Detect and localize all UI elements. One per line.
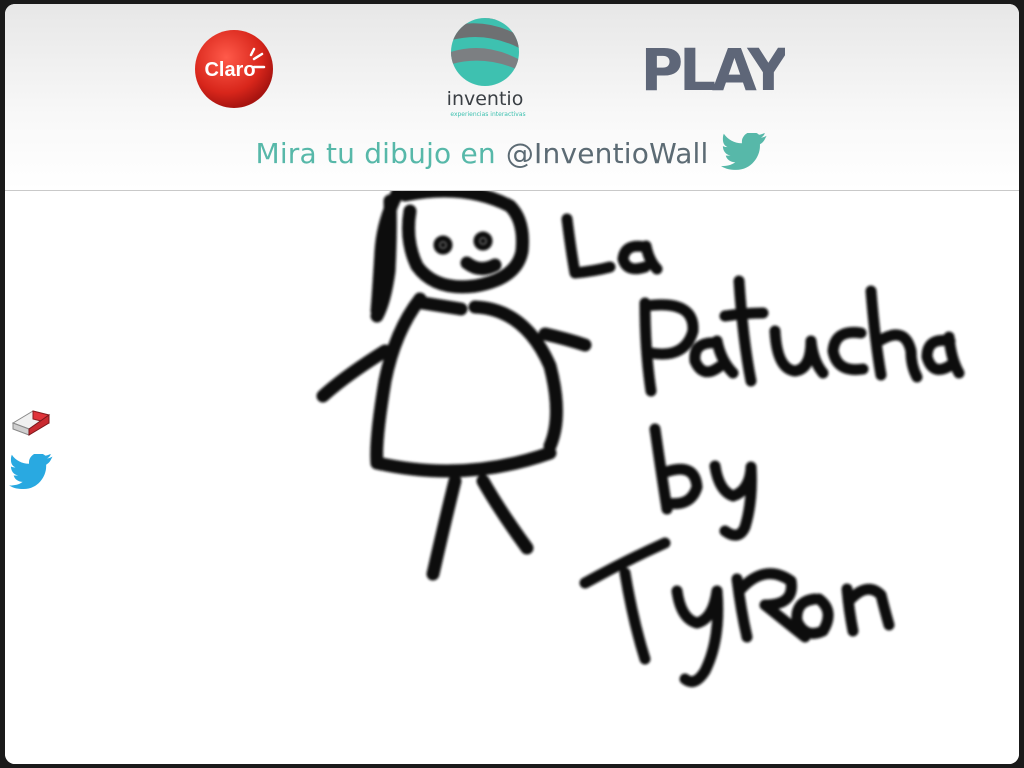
inventio-logo: inventio experiencias interactivas (447, 18, 526, 118)
twitter-bird-icon (9, 454, 53, 490)
app-window: Claro inventio experiencias interactivas… (5, 4, 1019, 764)
tagline-text: Mira tu dibujo en (255, 136, 496, 170)
twitter-share-button[interactable] (7, 453, 55, 493)
eraser-icon (11, 410, 51, 436)
handwritten-text (561, 213, 965, 688)
play-logo-text: PLAY (641, 36, 785, 100)
drawing-layer (316, 191, 965, 688)
drawing-canvas[interactable] (5, 191, 1019, 764)
twitter-bird-icon (720, 133, 767, 170)
claro-logo: Claro (195, 30, 273, 108)
header-bar: Claro inventio experiencias interactivas… (5, 4, 1019, 191)
play-logo: PLAY (641, 36, 785, 100)
inventio-logo-name: inventio (447, 88, 524, 110)
claro-logo-text: Claro (204, 59, 255, 81)
twitter-handle: @InventioWall (505, 136, 709, 170)
inventio-logo-subtitle: experiencias interactivas (450, 111, 525, 118)
stick-figure (316, 191, 592, 581)
tagline: Mira tu dibujo en @InventioWall (5, 130, 1019, 176)
eraser-button[interactable] (7, 401, 55, 441)
